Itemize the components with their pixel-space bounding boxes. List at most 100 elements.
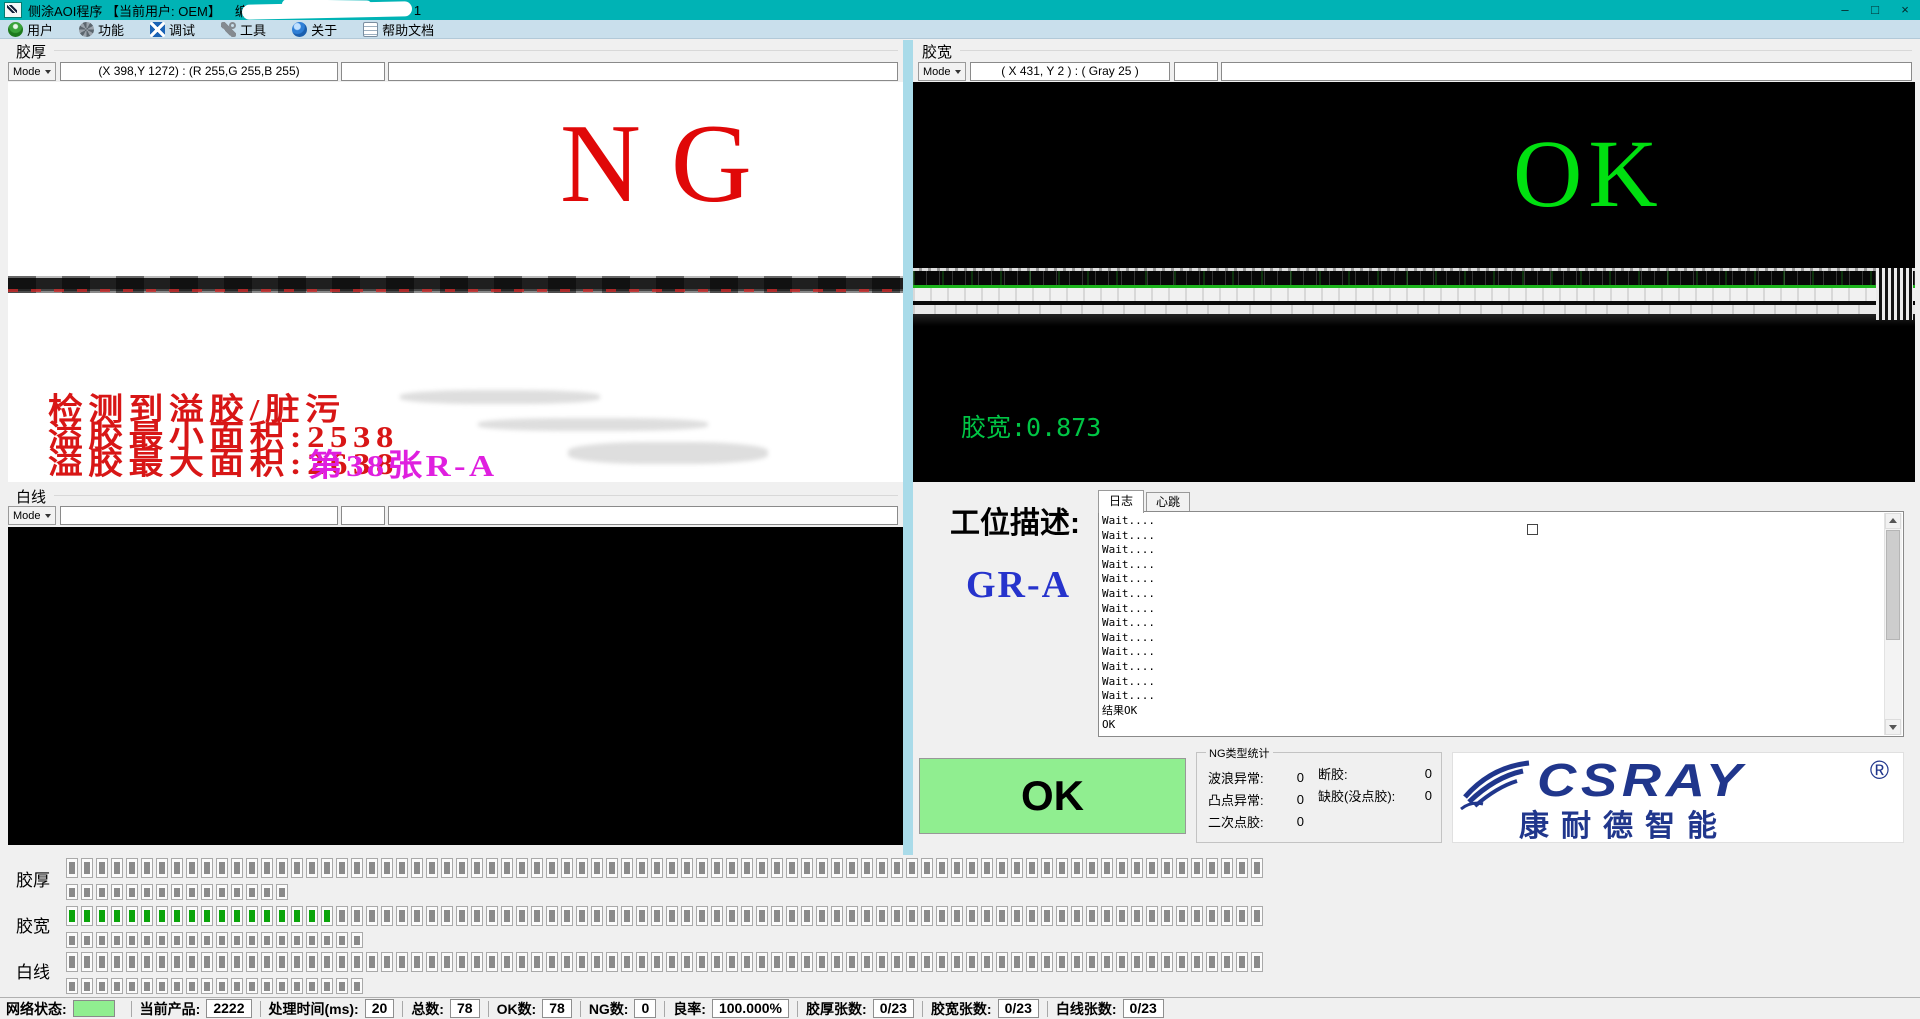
station-description-value: GR-A	[966, 563, 1071, 607]
log-line: 结果OK	[1102, 704, 1883, 719]
indicator-cell	[561, 952, 573, 972]
indicator-cell	[1176, 906, 1188, 926]
indicator-cell	[546, 858, 558, 878]
log-scrollbar[interactable]	[1884, 513, 1902, 735]
status-value: 0/23	[873, 999, 914, 1018]
tab-log[interactable]: 日志	[1098, 490, 1144, 513]
white-line-image[interactable]	[8, 527, 903, 845]
indicator-cell	[846, 906, 858, 926]
log-line: Wait....	[1102, 616, 1883, 631]
status-value: 0/23	[998, 999, 1039, 1018]
indicator-cell	[1101, 858, 1113, 878]
tab-heartbeat[interactable]: 心跳	[1146, 492, 1190, 512]
indicator-cell	[216, 932, 228, 948]
indicator-cell	[1236, 858, 1248, 878]
indicator-cell	[306, 952, 318, 972]
status-value: 2222	[206, 999, 251, 1018]
indicator-cell	[261, 952, 273, 972]
minimize-button[interactable]: –	[1830, 0, 1860, 20]
glue-width-image[interactable]: OK 胶宽:0.873	[913, 82, 1915, 482]
scroll-down-icon[interactable]	[1885, 719, 1901, 735]
indicator-cell	[381, 858, 393, 878]
menu-item-about[interactable]: 关于	[292, 20, 337, 39]
indicator-cell	[276, 858, 288, 878]
indicator-cell	[1176, 952, 1188, 972]
indicator-cell	[201, 932, 213, 948]
indicator-cell	[171, 978, 183, 994]
indicator-cell	[591, 858, 603, 878]
log-line: Wait....	[1102, 645, 1883, 660]
indicator-cell	[456, 952, 468, 972]
overall-result-button[interactable]: OK	[919, 758, 1186, 834]
indicator-cell	[441, 906, 453, 926]
indicator-cell	[576, 858, 588, 878]
divider	[580, 1001, 581, 1017]
toolbar-box	[341, 506, 385, 525]
indicator-cell	[861, 952, 873, 972]
indicator-cell	[276, 952, 288, 972]
network-status-indicator	[73, 1000, 115, 1017]
indicator-cell	[471, 952, 483, 972]
indicator-cell	[126, 858, 138, 878]
menu-item-user[interactable]: 用户	[8, 20, 53, 39]
toolbar-box	[341, 62, 385, 81]
menu-item-debug[interactable]: 调试	[150, 20, 195, 39]
indicator-cell	[1011, 906, 1023, 926]
indicator-cell	[261, 932, 273, 948]
indicator-cell	[651, 858, 663, 878]
indicator-cell	[816, 952, 828, 972]
indicator-cell	[1191, 952, 1203, 972]
mode-dropdown-glue-thickness[interactable]: Mode	[8, 62, 56, 81]
wrench-icon	[221, 22, 236, 37]
indicator-cell	[966, 858, 978, 878]
toolbar-box	[388, 506, 898, 525]
indicator-cell	[1191, 858, 1203, 878]
menu-item-help[interactable]: 帮助文档	[363, 20, 434, 39]
log-panel: Wait....Wait....Wait....Wait....Wait....…	[1098, 511, 1904, 737]
close-button[interactable]: ×	[1890, 0, 1920, 20]
indicator-cell	[711, 906, 723, 926]
ng-stats-col1: 波浪异常:0凸点异常:0二次点胶:0	[1208, 766, 1304, 832]
log-checkbox[interactable]	[1527, 524, 1538, 535]
indicator-cell	[726, 906, 738, 926]
log-line: Wait....	[1102, 660, 1883, 675]
ng-stat-row: 断胶:0	[1318, 762, 1432, 784]
indicator-cell	[861, 858, 873, 878]
status-label: OK数:	[497, 999, 537, 1019]
indicator-cell	[696, 906, 708, 926]
mode-dropdown-glue-width[interactable]: Mode	[918, 62, 966, 81]
indicator-cell	[276, 884, 288, 900]
indicator-cell	[81, 952, 93, 972]
indicator-cell	[261, 906, 273, 926]
indicator-cell	[441, 858, 453, 878]
indicator-cell	[1161, 858, 1173, 878]
scroll-up-icon[interactable]	[1885, 513, 1901, 529]
indicator-cell	[1101, 906, 1113, 926]
indicator-cell	[306, 906, 318, 926]
indicator-cell	[246, 952, 258, 972]
indicator-cell	[291, 906, 303, 926]
scrollbar-thumb[interactable]	[1886, 530, 1900, 640]
indicator-cell	[636, 858, 648, 878]
ng-stat-row: 二次点胶:0	[1208, 810, 1304, 832]
glue-thickness-image[interactable]: NG 检测到溢胶/脏污 溢胶最小面积:2538 溢胶最大面积:2638 第38张…	[8, 82, 903, 482]
indicator-cell	[141, 884, 153, 900]
chevron-down-icon	[955, 70, 961, 74]
maximize-button[interactable]: □	[1860, 0, 1890, 20]
indicator-cell	[66, 906, 78, 926]
indicator-cell	[906, 858, 918, 878]
menu-item-tools[interactable]: 工具	[221, 20, 266, 39]
divider	[402, 1001, 403, 1017]
indicator-cell	[156, 952, 168, 972]
indicator-cell	[1116, 952, 1128, 972]
indicator-cell	[171, 932, 183, 948]
mode-dropdown-white-line[interactable]: Mode	[8, 506, 56, 525]
indicator-cell	[771, 952, 783, 972]
menu-item-function[interactable]: 功能	[79, 20, 124, 39]
indicator-cell	[786, 906, 798, 926]
indicator-cell	[111, 884, 123, 900]
indicator-cell	[1221, 952, 1233, 972]
indicator-cell	[726, 858, 738, 878]
indicator-cell	[321, 906, 333, 926]
ng-stat-label: 断胶:	[1318, 764, 1348, 783]
